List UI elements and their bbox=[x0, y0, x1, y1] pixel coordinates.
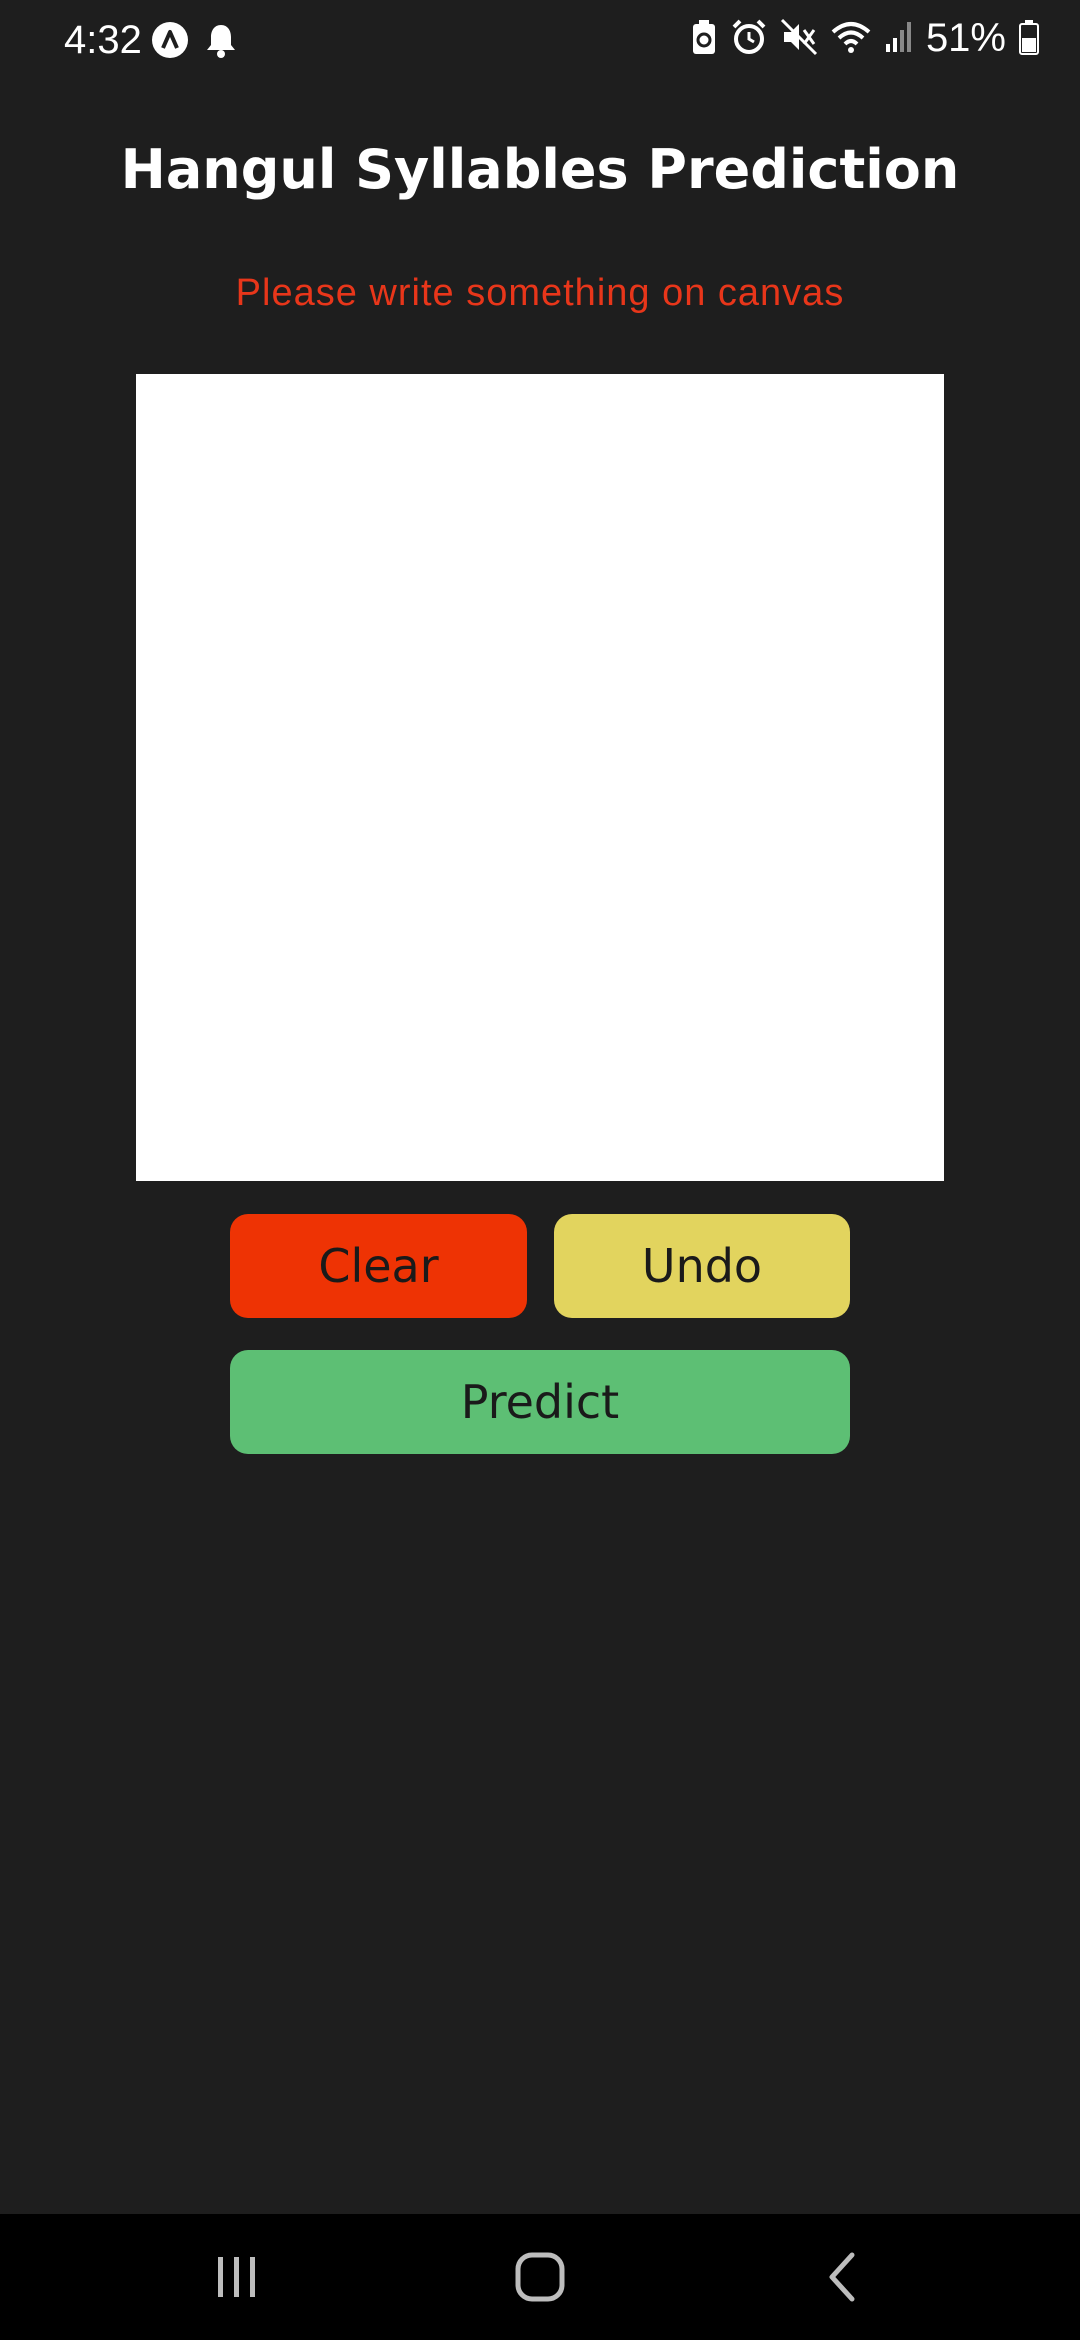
alarm-icon bbox=[730, 18, 768, 60]
home-icon[interactable] bbox=[500, 2244, 580, 2310]
page-title: Hangul Syllables Prediction bbox=[120, 138, 960, 201]
predict-button[interactable]: Predict bbox=[230, 1350, 850, 1454]
wifi-icon bbox=[830, 18, 872, 60]
battery-percentage: 51% bbox=[925, 16, 1006, 60]
navigation-bar bbox=[0, 2214, 1080, 2340]
status-right-icons: 51% bbox=[690, 16, 1040, 61]
status-time: 4:32 bbox=[64, 18, 142, 62]
battery-icon bbox=[1018, 18, 1040, 60]
hint-text: Please write something on canvas bbox=[235, 272, 845, 314]
status-left-icons bbox=[150, 20, 238, 64]
battery-saver-icon bbox=[690, 18, 718, 60]
back-icon[interactable] bbox=[802, 2244, 882, 2310]
signal-icon bbox=[884, 18, 914, 60]
clear-button[interactable]: Clear bbox=[230, 1214, 527, 1318]
notification-bell-icon bbox=[204, 21, 238, 63]
undo-button[interactable]: Undo bbox=[554, 1214, 850, 1318]
status-bar: 4:32 51% bbox=[0, 0, 1080, 80]
recent-apps-icon[interactable] bbox=[197, 2244, 277, 2310]
mute-icon bbox=[780, 18, 818, 60]
app-screen: 4:32 51% Hangul Syllables Prediction Ple… bbox=[0, 0, 1080, 2340]
app-icon bbox=[150, 20, 190, 64]
drawing-canvas[interactable] bbox=[136, 374, 944, 1181]
